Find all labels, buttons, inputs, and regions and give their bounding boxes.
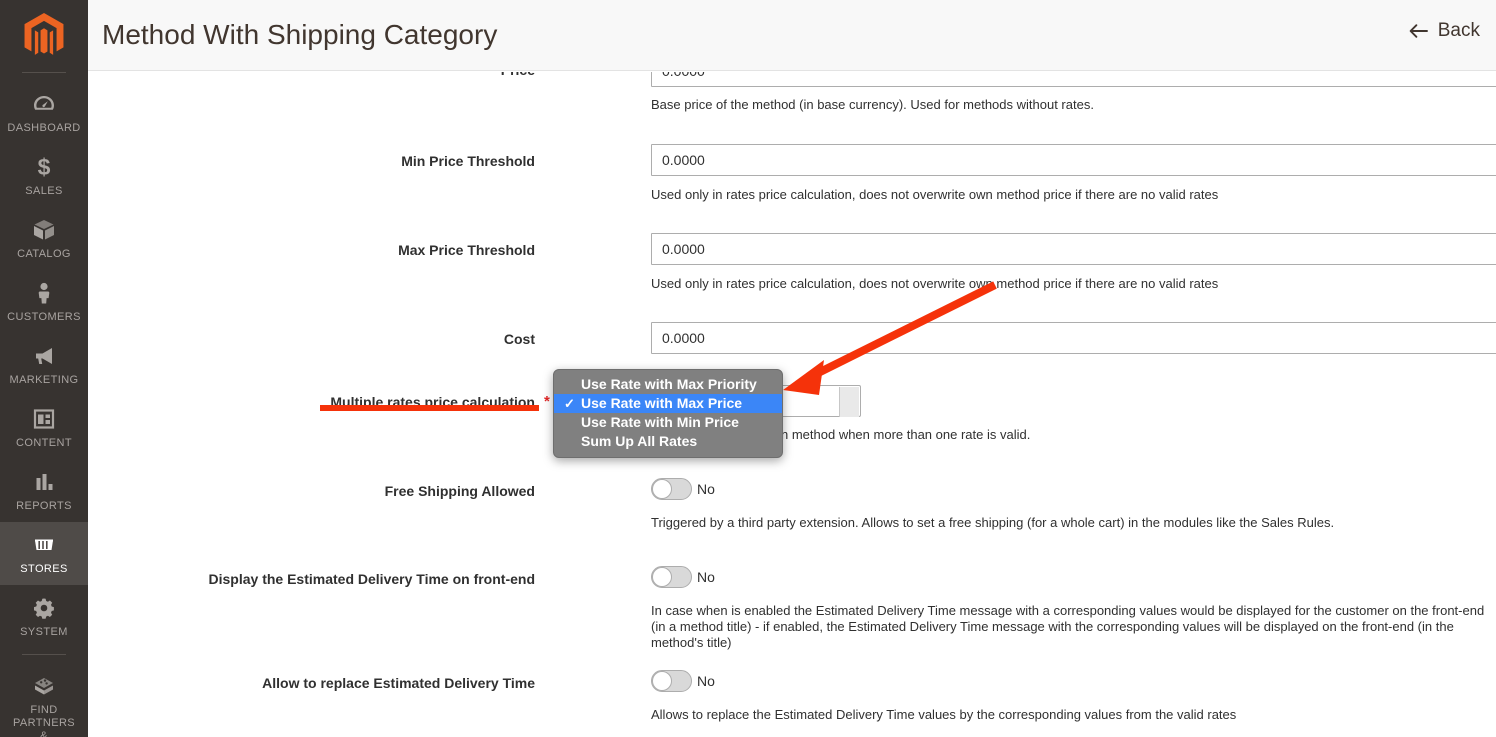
admin-sidebar: DASHBOARD $ SALES CATALOG CUSTOMERS MARK… [0, 0, 88, 737]
person-icon [2, 280, 86, 306]
field-label-cost: Cost [503, 331, 535, 347]
field-note-min-price-threshold: Used only in rates price calculation, do… [651, 187, 1219, 202]
sidebar-item-reports[interactable]: REPORTS [0, 459, 88, 522]
field-label-multiple-rates-price-calculation: Multiple rates price calculation [330, 394, 535, 410]
field-label-display-edt-frontend: Display the Estimated Delivery Time on f… [208, 571, 535, 587]
toggle-knob [652, 671, 672, 691]
field-note-free-shipping-allowed: Triggered by a third party extension. Al… [651, 515, 1335, 530]
back-button-label: Back [1437, 20, 1480, 41]
select-option-label: Use Rate with Min Price [581, 414, 739, 430]
svg-text:$: $ [38, 154, 51, 180]
sidebar-item-label: FIND PARTNERS& EXTENSIONS [12, 704, 76, 737]
sidebar-item-label: CATALOG [17, 248, 71, 260]
page-title: Method With Shipping Category [102, 19, 498, 50]
checkmark-icon: ✓ [564, 396, 575, 411]
free-shipping-allowed-toggle[interactable] [651, 478, 692, 500]
display-edt-frontend-toggle[interactable] [651, 566, 692, 588]
magento-logo-icon [24, 13, 64, 55]
sidebar-item-label: STORES [20, 563, 68, 575]
sidebar-divider-top [22, 72, 66, 73]
sidebar-item-stores[interactable]: STORES [0, 522, 88, 585]
back-button[interactable]: Back [1409, 20, 1480, 42]
cost-input[interactable] [651, 322, 1496, 354]
sidebar-divider-bottom [22, 654, 66, 655]
field-label-price: Price [88, 72, 535, 79]
field-label-allow-replace-edt: Allow to replace Estimated Delivery Time [262, 675, 535, 691]
bar-chart-icon [2, 469, 86, 495]
select-option-label: Use Rate with Max Price [581, 395, 743, 411]
sidebar-item-label: SYSTEM [20, 626, 68, 638]
select-option-use-rate-with-min-price[interactable]: Use Rate with Min Price [554, 413, 782, 432]
sidebar-item-system[interactable]: SYSTEM [0, 585, 88, 648]
field-note-allow-replace-edt: Allows to replace the Estimated Delivery… [651, 707, 1237, 722]
sidebar-item-sales[interactable]: $ SALES [0, 144, 88, 207]
select-options-popup[interactable]: Use Rate with Max Priority ✓ Use Rate wi… [553, 369, 783, 458]
field-note-price: Base price of the method (in base curren… [651, 97, 1094, 112]
required-asterisk: * [544, 393, 550, 410]
sidebar-item-label: SALES [25, 185, 63, 197]
storefront-icon [2, 532, 86, 558]
magento-admin-page: DASHBOARD $ SALES CATALOG CUSTOMERS MARK… [0, 0, 1496, 737]
sidebar-item-find-partners-extensions[interactable]: FIND PARTNERS& EXTENSIONS [0, 663, 88, 737]
page-header: Method With Shipping Category Back [88, 0, 1496, 71]
field-label-max-price-threshold: Max Price Threshold [398, 242, 535, 258]
arrow-left-icon [1409, 23, 1428, 39]
max-price-threshold-input[interactable] [651, 233, 1496, 265]
sidebar-item-label: DASHBOARD [7, 122, 81, 134]
price-input[interactable] [651, 72, 1496, 87]
select-option-sum-up-all-rates[interactable]: Sum Up All Rates [554, 432, 782, 451]
min-price-threshold-input[interactable] [651, 144, 1496, 176]
layout-panel-icon [2, 406, 86, 432]
select-option-label: Sum Up All Rates [581, 433, 698, 449]
sidebar-item-label: CONTENT [16, 437, 72, 449]
field-note-multiple-rates-price-calculation: n method when more than one rate is vali… [781, 427, 1031, 442]
box-icon [2, 217, 86, 243]
field-label-free-shipping-allowed: Free Shipping Allowed [384, 483, 535, 499]
megaphone-icon [2, 343, 86, 369]
allow-replace-edt-toggle[interactable] [651, 670, 692, 692]
select-option-use-rate-with-max-price[interactable]: ✓ Use Rate with Max Price [554, 394, 782, 413]
free-shipping-allowed-state: No [697, 481, 715, 497]
form-content: Price Base price of the method (in base … [88, 72, 1496, 737]
allow-replace-edt-state: No [697, 673, 715, 689]
field-label-min-price-threshold: Min Price Threshold [401, 153, 535, 169]
select-option-label: Use Rate with Max Priority [581, 376, 757, 392]
magento-logo[interactable] [0, 0, 88, 72]
field-note-max-price-threshold: Used only in rates price calculation, do… [651, 276, 1219, 291]
sidebar-item-marketing[interactable]: MARKETING [0, 333, 88, 396]
sidebar-item-dashboard[interactable]: DASHBOARD [0, 81, 88, 144]
extensions-cube-icon [2, 673, 86, 699]
dashboard-gauge-icon [2, 91, 86, 117]
select-dropdown-button[interactable] [839, 387, 859, 417]
sidebar-item-label: REPORTS [16, 500, 72, 512]
sidebar-item-label: CUSTOMERS [7, 311, 81, 323]
gear-icon [2, 595, 86, 621]
sidebar-item-label: MARKETING [9, 374, 79, 386]
sidebar-item-content[interactable]: CONTENT [0, 396, 88, 459]
display-edt-frontend-state: No [697, 569, 715, 585]
toggle-knob [652, 479, 672, 499]
sidebar-item-customers[interactable]: CUSTOMERS [0, 270, 88, 333]
field-note-display-edt-frontend: In case when is enabled the Estimated De… [651, 603, 1485, 650]
toggle-knob [652, 567, 672, 587]
select-option-use-rate-with-max-priority[interactable]: Use Rate with Max Priority [554, 375, 782, 394]
dollar-sign-icon: $ [2, 154, 86, 180]
sidebar-item-catalog[interactable]: CATALOG [0, 207, 88, 270]
